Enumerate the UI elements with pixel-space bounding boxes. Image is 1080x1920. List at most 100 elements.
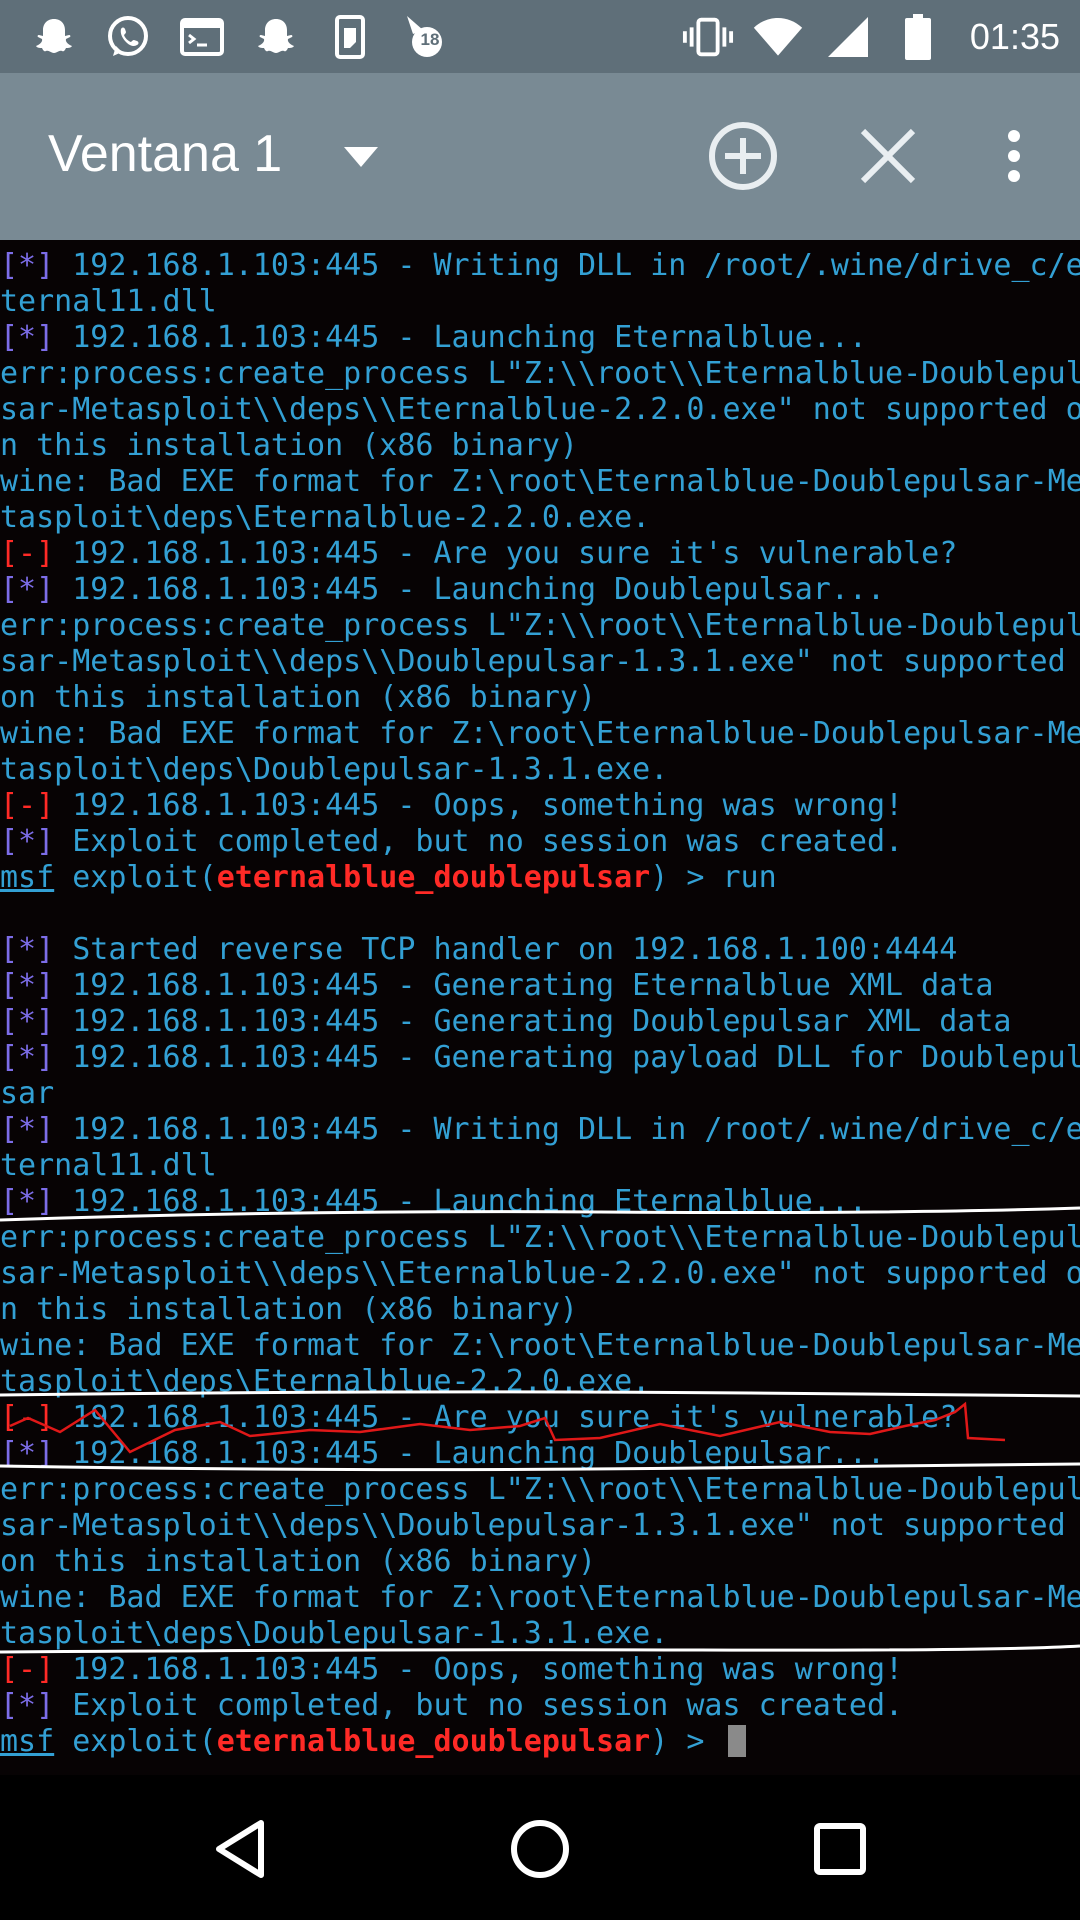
line-text: wine: Bad EXE format for Z:\root\Eternal… [0, 1328, 1080, 1363]
terminal-line: on this installation (x86 binary) [0, 680, 1080, 716]
terminal-line: [-] 192.168.1.103:445 - Are you sure it'… [0, 536, 1080, 572]
line-text: n this installation (x86 binary) [0, 1292, 578, 1327]
msf-prompt-line: msf exploit(eternalblue_doublepulsar) > … [0, 860, 1080, 896]
dropdown-icon[interactable] [342, 145, 380, 169]
terminal-line: [*] Exploit completed, but no session wa… [0, 1688, 1080, 1724]
line-text: tasploit\deps\Eternalblue-2.2.0.exe. [0, 500, 651, 535]
terminal-line: [-] 192.168.1.103:445 - Oops, something … [0, 1652, 1080, 1688]
terminal-line: [-] 192.168.1.103:445 - Oops, something … [0, 788, 1080, 824]
terminal-line: err:process:create_process L"Z:\\root\\E… [0, 356, 1080, 392]
more-options-icon[interactable] [977, 119, 1051, 193]
line-text: 192.168.1.103:445 - Oops, something was … [54, 788, 904, 823]
info-prefix: [*] [0, 968, 55, 1003]
line-text: 192.168.1.103:445 - Are you sure it's vu… [54, 1400, 958, 1435]
line-text: 192.168.1.103:445 - Are you sure it's vu… [54, 536, 958, 571]
terminal-line: sar-Metasploit\\deps\\Doublepulsar-1.3.1… [0, 1508, 1080, 1544]
terminal-line: wine: Bad EXE format for Z:\root\Eternal… [0, 464, 1080, 500]
terminal-line: n this installation (x86 binary) [0, 428, 1080, 464]
badge-count: 18 [420, 30, 440, 49]
status-clock: 01:35 [969, 16, 1060, 57]
recents-icon[interactable] [800, 1809, 880, 1889]
terminal-line: tasploit\deps\Eternalblue-2.2.0.exe. [0, 1364, 1080, 1400]
home-icon[interactable] [500, 1809, 580, 1889]
line-text: 192.168.1.103:445 - Launching Doublepuls… [54, 572, 886, 607]
line-text: sar-Metasploit\\deps\\Eternalblue-2.2.0.… [0, 1256, 1080, 1291]
terminal-line: [*] 192.168.1.103:445 - Generating Doubl… [0, 1004, 1080, 1040]
line-text: 192.168.1.103:445 - Generating Eternalbl… [54, 968, 994, 1003]
line-text: Started reverse TCP handler on 192.168.1… [54, 932, 958, 967]
line-text: err:process:create_process L"Z:\\root\\E… [0, 356, 1080, 391]
terminal-line: sar-Metasploit\\deps\\Doublepulsar-1.3.1… [0, 644, 1080, 680]
info-prefix: [*] [0, 932, 55, 967]
msf-label: msf [0, 1724, 55, 1759]
line-text: tasploit\deps\Eternalblue-2.2.0.exe. [0, 1364, 651, 1399]
battery-icon [892, 11, 944, 63]
line-text: 192.168.1.103:445 - Oops, something was … [54, 1652, 904, 1687]
line-text: 192.168.1.103:445 - Launching Eternalblu… [54, 1184, 867, 1219]
terminal-line: [*] 192.168.1.103:445 - Generating Etern… [0, 968, 1080, 1004]
error-prefix: [-] [0, 1400, 55, 1435]
line-text: wine: Bad EXE format for Z:\root\Eternal… [0, 716, 1080, 751]
line-text: Exploit completed, but no session was cr… [54, 824, 904, 859]
line-text: sar [0, 1076, 55, 1111]
line-text: tasploit\deps\Doublepulsar-1.3.1.exe. [0, 1616, 669, 1651]
info-prefix: [*] [0, 572, 55, 607]
info-prefix: [*] [0, 1112, 55, 1147]
line-text: err:process:create_process L"Z:\\root\\E… [0, 1472, 1080, 1507]
line-text: 192.168.1.103:445 - Generating payload D… [54, 1040, 1080, 1075]
line-text: 192.168.1.103:445 - Writing DLL in /root… [54, 1112, 1080, 1147]
prompt-command: ) > [650, 1724, 723, 1759]
cell-signal-icon [822, 11, 874, 63]
status-bar: 18 01:35 [0, 0, 1080, 73]
window-title[interactable]: Ventana 1 [48, 128, 282, 180]
info-prefix: [*] [0, 824, 55, 859]
app-toolbar: Ventana 1 [0, 73, 1080, 240]
line-text: n this installation (x86 binary) [0, 428, 578, 463]
terminal-line: sar-Metasploit\\deps\\Eternalblue-2.2.0.… [0, 392, 1080, 428]
terminal-cursor[interactable] [728, 1725, 747, 1757]
terminal-line: n this installation (x86 binary) [0, 1292, 1080, 1328]
line-text: 192.168.1.103:445 - Generating Doublepul… [54, 1004, 1012, 1039]
snapchat-icon [28, 11, 80, 63]
terminal-line: tasploit\deps\Doublepulsar-1.3.1.exe. [0, 752, 1080, 788]
terminal-line: [*] 192.168.1.103:445 - Writing DLL in /… [0, 1112, 1080, 1148]
system-nav-bar [0, 1775, 1080, 1920]
terminal-line: err:process:create_process L"Z:\\root\\E… [0, 608, 1080, 644]
terminal-line: err:process:create_process L"Z:\\root\\E… [0, 1220, 1080, 1256]
terminal-output[interactable]: [*] 192.168.1.103:445 - Writing DLL in /… [0, 240, 1080, 1775]
info-prefix: [*] [0, 1436, 55, 1471]
terminal-line: [-] 192.168.1.103:445 - Are you sure it'… [0, 1400, 1080, 1436]
info-prefix: [*] [0, 1688, 55, 1723]
msf-prompt-line: msf exploit(eternalblue_doublepulsar) > [0, 1724, 1080, 1760]
back-icon[interactable] [201, 1809, 281, 1889]
terminal-line: [*] 192.168.1.103:445 - Launching Double… [0, 1436, 1080, 1472]
module-name: eternalblue_doublepulsar [216, 860, 651, 895]
line-text: sar-Metasploit\\deps\\Eternalblue-2.2.0.… [0, 392, 1080, 427]
badge-app-icon: 18 [398, 11, 450, 63]
terminal-line: wine: Bad EXE format for Z:\root\Eternal… [0, 1328, 1080, 1364]
error-prefix: [-] [0, 1652, 55, 1687]
line-text: err:process:create_process L"Z:\\root\\E… [0, 608, 1080, 643]
msf-label: msf [0, 860, 55, 895]
phone-storage-icon [324, 11, 376, 63]
system-status-icons: 01:35 [682, 10, 1060, 64]
terminal-line: [*] 192.168.1.103:445 - Launching Eterna… [0, 320, 1080, 356]
terminal-line: [*] Exploit completed, but no session wa… [0, 824, 1080, 860]
line-text: wine: Bad EXE format for Z:\root\Eternal… [0, 1580, 1080, 1615]
terminal-line: ternal11.dll [0, 1148, 1080, 1184]
terminal-line: tasploit\deps\Doublepulsar-1.3.1.exe. [0, 1616, 1080, 1652]
terminal-line: wine: Bad EXE format for Z:\root\Eternal… [0, 716, 1080, 752]
info-prefix: [*] [0, 1004, 55, 1039]
terminal-line: [*] Started reverse TCP handler on 192.1… [0, 932, 1080, 968]
terminal-line: on this installation (x86 binary) [0, 1544, 1080, 1580]
terminal-line: sar [0, 1076, 1080, 1112]
line-text: 192.168.1.103:445 - Launching Eternalblu… [54, 320, 867, 355]
add-window-icon[interactable] [706, 119, 780, 193]
close-window-icon[interactable] [851, 119, 925, 193]
prompt-command: ) > run [650, 860, 777, 895]
vibrate-icon [682, 11, 734, 63]
prompt-text: exploit( [54, 1724, 217, 1759]
terminal-line: ternal11.dll [0, 284, 1080, 320]
line-text: err:process:create_process L"Z:\\root\\E… [0, 1220, 1080, 1255]
